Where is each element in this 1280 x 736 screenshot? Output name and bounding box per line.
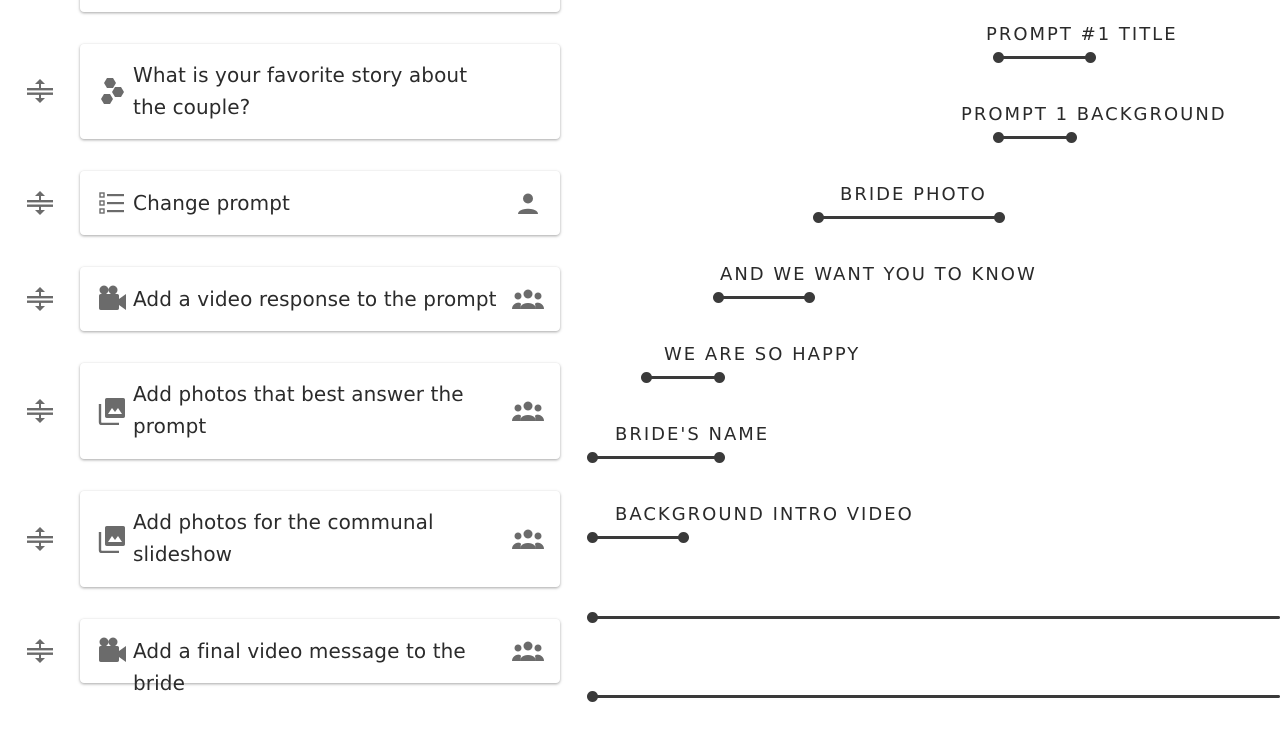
- step-label: Add a final video message to the bride: [133, 639, 466, 695]
- drag-handle-icon[interactable]: [25, 525, 55, 553]
- track-label: PROMPT #1 TITLE: [986, 24, 1178, 45]
- clip-start-handle[interactable]: [641, 372, 652, 383]
- group-icon: [510, 284, 546, 314]
- timeline-clip[interactable]: [718, 296, 809, 299]
- video-camera-icon: [97, 283, 127, 313]
- clip-end-handle[interactable]: [804, 292, 815, 303]
- track-label: PROMPT 1 BACKGROUND: [961, 104, 1227, 125]
- track-label: BRIDE'S NAME: [615, 424, 770, 445]
- editor-stage: What is your favorite story about the co…: [0, 0, 1280, 736]
- clip-start-handle[interactable]: [993, 132, 1004, 143]
- step-card-communal-slideshow[interactable]: Add photos for the communal slideshow: [80, 491, 560, 587]
- group-icon: [510, 396, 546, 426]
- timeline-clip[interactable]: [592, 616, 1280, 619]
- drag-handle-icon[interactable]: [25, 285, 55, 313]
- step-card-photos-answer[interactable]: Add photos that best answer the prompt: [80, 363, 560, 459]
- clip-start-handle[interactable]: [587, 612, 598, 623]
- step-label: Add photos that best answer the prompt: [133, 382, 464, 438]
- clip-end-handle[interactable]: [678, 532, 689, 543]
- step-card-video-response[interactable]: Add a video response to the prompt: [80, 267, 560, 331]
- clip-start-handle[interactable]: [587, 532, 598, 543]
- clip-start-handle[interactable]: [587, 452, 598, 463]
- step-card-favorite-story[interactable]: What is your favorite story about the co…: [80, 44, 560, 139]
- group-icon: [510, 636, 546, 666]
- group-icon: [510, 524, 546, 554]
- timeline-clip[interactable]: [646, 376, 719, 379]
- hexagon-cluster-icon: [97, 76, 127, 106]
- track-label: AND WE WANT YOU TO KNOW: [720, 264, 1037, 285]
- step-label: Add a video response to the prompt: [133, 287, 497, 311]
- timeline-clip[interactable]: [998, 136, 1071, 139]
- photo-library-icon: [97, 524, 127, 554]
- step-label: Add photos for the communal slideshow: [133, 510, 434, 566]
- timeline-clip[interactable]: [592, 456, 719, 459]
- timeline-clip[interactable]: [592, 695, 1280, 698]
- clip-end-handle[interactable]: [994, 212, 1005, 223]
- clip-start-handle[interactable]: [993, 52, 1004, 63]
- track-label: WE ARE SO HAPPY: [664, 344, 861, 365]
- clip-end-handle[interactable]: [714, 452, 725, 463]
- clip-start-handle[interactable]: [713, 292, 724, 303]
- drag-handle-icon[interactable]: [25, 189, 55, 217]
- drag-handle-icon[interactable]: [25, 637, 55, 665]
- step-card-partial[interactable]: [80, 0, 560, 12]
- clip-end-handle[interactable]: [714, 372, 725, 383]
- timeline-clip[interactable]: [592, 536, 683, 539]
- clip-start-handle[interactable]: [587, 691, 598, 702]
- track-label: BRIDE PHOTO: [840, 184, 987, 205]
- step-card-change-prompt[interactable]: Change prompt: [80, 171, 560, 235]
- video-camera-icon: [97, 635, 127, 665]
- step-card-final-video[interactable]: Add a final video message to the bride: [80, 619, 560, 695]
- person-icon: [510, 188, 546, 218]
- drag-handle-icon[interactable]: [25, 77, 55, 105]
- timeline-clip[interactable]: [998, 56, 1090, 59]
- clip-end-handle[interactable]: [1085, 52, 1096, 63]
- checklist-icon: [97, 188, 127, 218]
- photo-library-icon: [97, 396, 127, 426]
- clip-end-handle[interactable]: [1066, 132, 1077, 143]
- clip-start-handle[interactable]: [813, 212, 824, 223]
- step-label: Change prompt: [133, 191, 290, 215]
- timeline-clip[interactable]: [818, 216, 999, 219]
- drag-handle-icon[interactable]: [25, 397, 55, 425]
- step-label: What is your favorite story about the co…: [133, 63, 468, 119]
- track-label: BACKGROUND INTRO VIDEO: [615, 504, 914, 525]
